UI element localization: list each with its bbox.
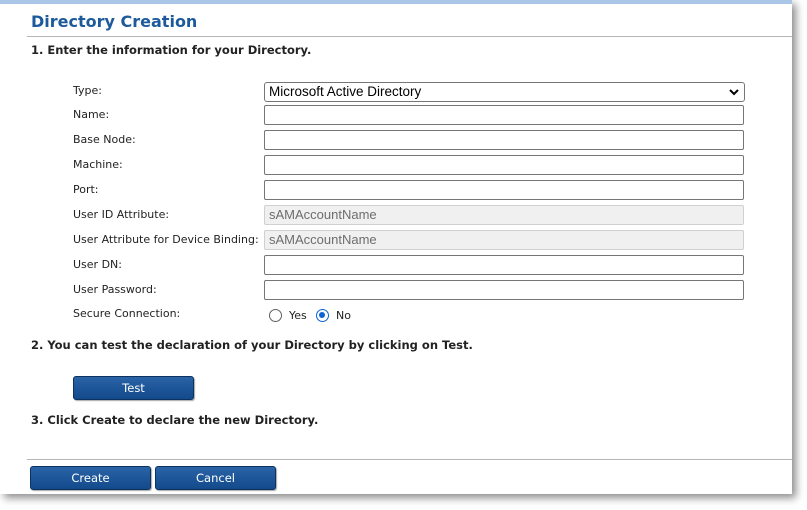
test-button[interactable]: Test (73, 376, 194, 400)
device-binding-attribute-label: User Attribute for Device Binding: (73, 233, 259, 246)
cancel-button[interactable]: Cancel (155, 466, 276, 490)
top-accent-bar (0, 0, 792, 4)
step-3-instruction: 3. Click Create to declare the new Direc… (31, 413, 319, 427)
secure-yes-label: Yes (289, 308, 307, 322)
name-input[interactable] (264, 105, 744, 125)
device-binding-attribute-input: sAMAccountName (264, 230, 744, 250)
base-node-label: Base Node: (73, 133, 136, 146)
name-label: Name: (73, 108, 110, 121)
step-2-instruction: 2. You can test the declaration of your … (31, 338, 473, 352)
user-password-input[interactable] (264, 280, 744, 300)
port-label: Port: (73, 183, 99, 196)
type-select-value: Microsoft Active Directory (269, 84, 422, 99)
step-1-instruction: 1. Enter the information for your Direct… (31, 43, 312, 57)
machine-label: Machine: (73, 158, 123, 171)
footer-divider (27, 459, 792, 460)
title-divider (27, 36, 792, 37)
secure-connection-label: Secure Connection: (73, 307, 181, 320)
directory-creation-panel: Directory Creation 1. Enter the informat… (0, 0, 792, 494)
secure-yes-option[interactable]: Yes (269, 306, 307, 324)
user-id-attribute-label: User ID Attribute: (73, 208, 170, 221)
type-select[interactable]: Microsoft Active Directory (264, 82, 745, 102)
type-label: Type: (73, 84, 102, 97)
user-dn-label: User DN: (73, 258, 122, 271)
user-id-attribute-input: sAMAccountName (264, 205, 744, 225)
secure-no-option[interactable]: No (316, 306, 351, 324)
user-dn-input[interactable] (264, 255, 744, 275)
user-password-label: User Password: (73, 283, 157, 296)
port-input[interactable] (264, 180, 744, 200)
chevron-down-icon (729, 89, 739, 96)
machine-input[interactable] (264, 155, 744, 175)
secure-yes-radio[interactable] (269, 308, 282, 322)
page-title: Directory Creation (31, 12, 198, 31)
secure-no-radio[interactable] (316, 308, 329, 322)
secure-no-label: No (336, 308, 351, 322)
create-button[interactable]: Create (30, 466, 151, 490)
base-node-input[interactable] (264, 130, 744, 150)
